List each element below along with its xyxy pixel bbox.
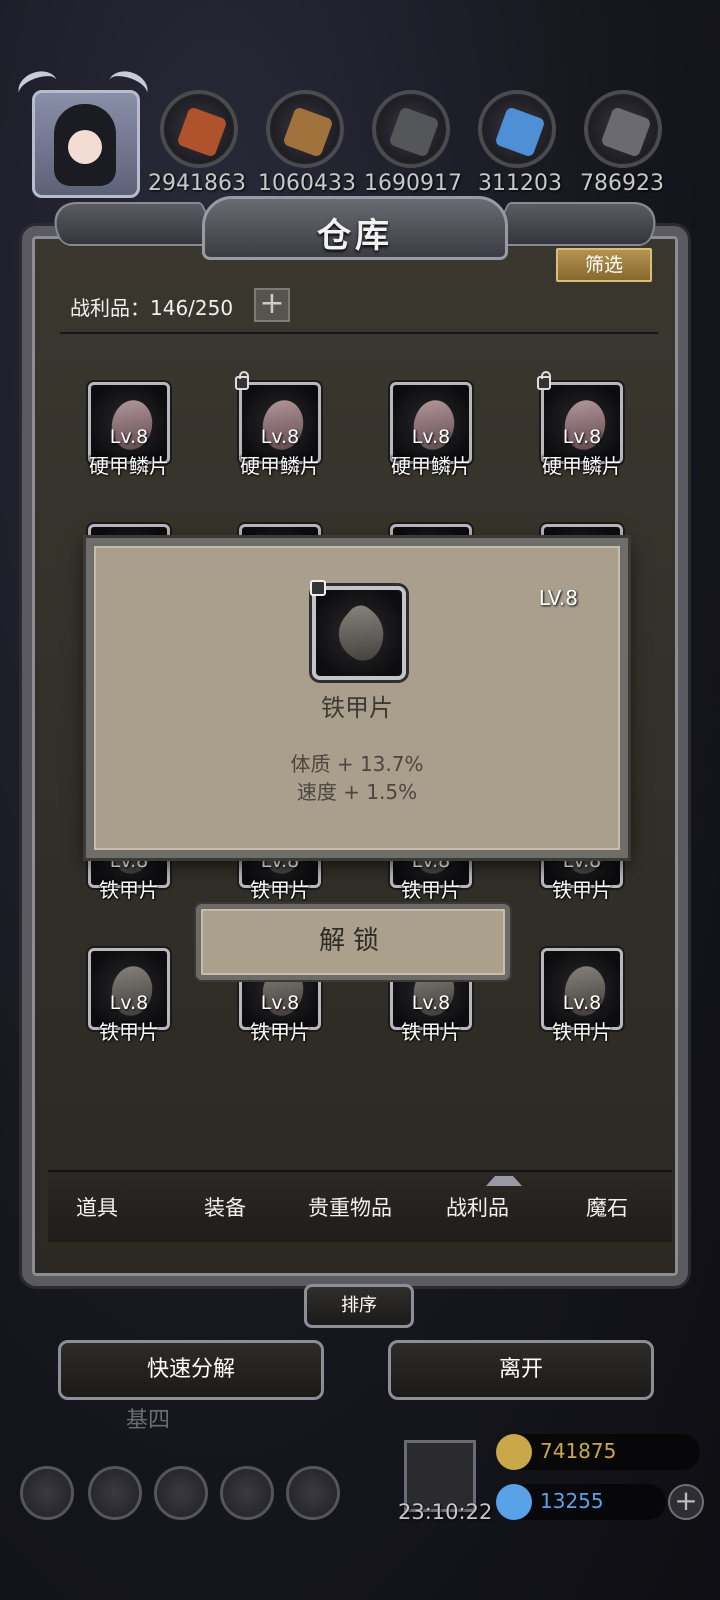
resource-wood-icon[interactable] [266, 90, 344, 168]
category-tabs: 道具 装备 贵重物品 战利品 魔石 [48, 1170, 672, 1242]
item-stat: 速度 + 1.5% [296, 780, 418, 804]
item-name: 铁甲片 [250, 878, 310, 902]
iron-plate-icon [328, 600, 396, 668]
resource-crystal-icon[interactable] [478, 90, 556, 168]
item-name: 铁甲片 [321, 694, 393, 722]
item-level: Lv.8 [260, 426, 300, 448]
item-name: 铁甲片 [250, 1020, 310, 1044]
inventory-item[interactable]: Lv.8 硬甲鳞片 [362, 370, 492, 480]
player-avatar[interactable] [14, 66, 152, 202]
item-name: 硬甲鳞片 [542, 454, 622, 478]
item-detail-icon [312, 586, 406, 680]
gold-coin-icon [496, 1434, 532, 1470]
quest-emblem-icon[interactable] [88, 1466, 142, 1520]
gold-value: 741875 [540, 1439, 617, 1463]
resource-meat-value: 2941863 [148, 171, 246, 196]
item-level: Lv.8 [260, 992, 300, 1014]
inventory-item[interactable]: Lv.8 铁甲片 [60, 936, 190, 1046]
tab-items[interactable]: 道具 [76, 1192, 118, 1222]
gem-value: 13255 [540, 1489, 604, 1513]
tab-valuables[interactable]: 贵重物品 [308, 1192, 392, 1222]
inventory-item[interactable]: Lv.8 硬甲鳞片 [211, 370, 341, 480]
gold-bar: 741875 [496, 1434, 700, 1470]
item-level: Lv.8 [562, 426, 602, 448]
resource-gem [494, 106, 546, 158]
item-name: 硬甲鳞片 [89, 454, 169, 478]
resource-gem [176, 106, 228, 158]
background-label: 基四 [126, 1408, 171, 1433]
inventory-item[interactable]: Lv.8 铁甲片 [513, 936, 643, 1046]
item-level: Lv.8 [411, 426, 451, 448]
event-timer: 23:10:22 [398, 1500, 493, 1524]
quick-decompose-button[interactable]: 快速分解 [58, 1340, 324, 1400]
leave-button[interactable]: 离开 [388, 1340, 654, 1400]
capacity-text: 战利品：146/250 [70, 296, 234, 320]
resource-wood-value: 1060433 [258, 171, 356, 196]
inventory-item[interactable]: Lv.8 硬甲鳞片 [513, 370, 643, 480]
item-stat: 体质 + 13.7% [290, 752, 424, 776]
item-name: 铁甲片 [552, 878, 612, 902]
resource-iron-value: 786923 [580, 171, 664, 196]
resource-gem [600, 106, 652, 158]
divider [60, 332, 658, 334]
handshake-icon[interactable] [286, 1466, 340, 1520]
resource-meat-icon[interactable] [160, 90, 238, 168]
item-level: Lv.8 [109, 426, 149, 448]
item-level: Lv.8 [411, 992, 451, 1014]
gem-bar: 13255 [496, 1484, 666, 1520]
lock-icon [310, 580, 326, 596]
item-name: 铁甲片 [401, 1020, 461, 1044]
item-name: 铁甲片 [99, 878, 159, 902]
expand-capacity-button[interactable]: + [254, 288, 290, 322]
inventory-item[interactable]: Lv.8 硬甲鳞片 [60, 370, 190, 480]
item-name: 铁甲片 [552, 1020, 612, 1044]
item-name: 铁甲片 [99, 1020, 159, 1044]
gem-icon [496, 1484, 532, 1520]
tab-equipment[interactable]: 装备 [204, 1192, 246, 1222]
resource-stone-icon[interactable] [372, 90, 450, 168]
filter-button[interactable]: 筛选 [556, 248, 652, 282]
mail-icon[interactable] [220, 1466, 274, 1520]
resource-crystal-value: 311203 [478, 171, 562, 196]
unlock-button[interactable]: 解锁 [196, 904, 510, 980]
resource-stone-value: 1690917 [364, 171, 462, 196]
lock-icon [235, 371, 249, 390]
item-detail-popup: LV.8 铁甲片 体质 + 13.7% 速度 + 1.5% [86, 538, 628, 858]
guild-icon[interactable] [154, 1466, 208, 1520]
item-name: 铁甲片 [401, 878, 461, 902]
add-gems-button[interactable]: + [668, 1484, 704, 1520]
settings-gear-icon[interactable] [20, 1466, 74, 1520]
avatar-portrait [54, 104, 116, 186]
item-name: 硬甲鳞片 [391, 454, 471, 478]
tab-magic-stones[interactable]: 魔石 [586, 1192, 628, 1222]
item-name: 硬甲鳞片 [240, 454, 320, 478]
sort-button[interactable]: 排序 [304, 1284, 414, 1328]
resource-gem [282, 106, 334, 158]
item-level: Lv.8 [562, 992, 602, 1014]
resource-iron-icon[interactable] [584, 90, 662, 168]
lock-icon [537, 371, 551, 390]
item-level: LV.8 [538, 586, 578, 610]
resource-gem [388, 106, 440, 158]
item-level: Lv.8 [109, 992, 149, 1014]
tab-trophies[interactable]: 战利品 [446, 1176, 522, 1222]
